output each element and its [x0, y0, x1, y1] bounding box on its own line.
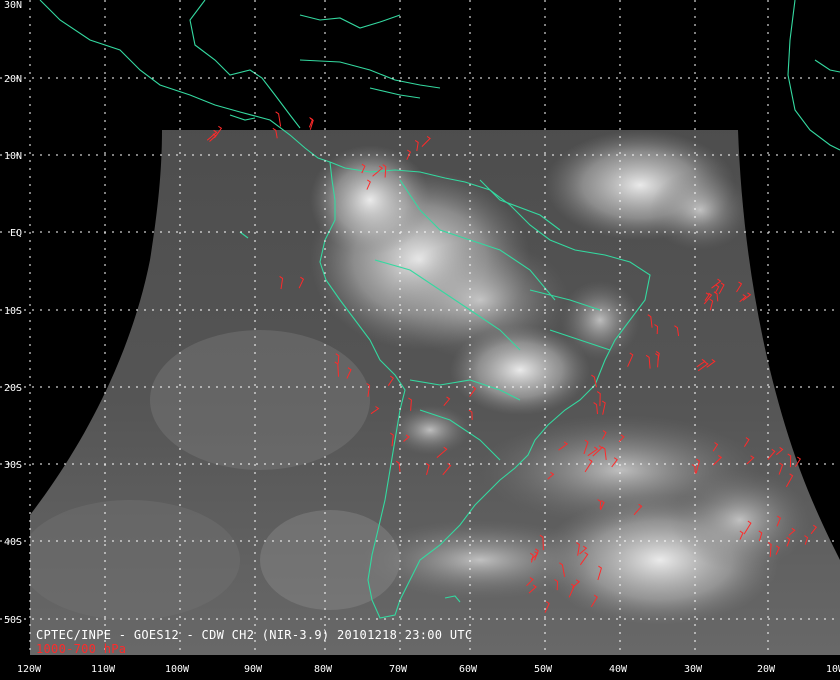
lon-label-100w: 100W [165, 664, 190, 675]
lat-label-50s: 50S [4, 615, 22, 626]
lat-label-20n: 20N [4, 74, 22, 85]
lon-label-30w: 30W [684, 664, 703, 675]
axis-strip [0, 655, 840, 680]
pressure-level-label: 1000-700 hPa [36, 642, 127, 656]
lat-label-30s: 30S [4, 460, 22, 471]
lon-label-90w: 90W [244, 664, 263, 675]
lat-label-30n: 30N [4, 0, 22, 11]
lon-label-40w: 40W [609, 664, 628, 675]
lon-label-80w: 80W [314, 664, 333, 675]
lat-label-20s: 20S [4, 383, 22, 394]
lat-label-eq: EQ [10, 228, 22, 239]
lat-label-10s: 10S [4, 306, 22, 317]
lon-label-70w: 70W [389, 664, 408, 675]
lon-label-20w: 20W [757, 664, 776, 675]
satellite-map: 30N 20N 10N EQ 10S 20S 30S 40S 50S 120W … [0, 0, 840, 680]
lat-label-40s: 40S [4, 537, 22, 548]
image-caption: CPTEC/INPE - GOES12 - CDW CH2 (NIR-3.9) … [36, 628, 473, 642]
lon-label-110w: 110W [91, 664, 116, 675]
lat-label-10n: 10N [4, 151, 22, 162]
lon-label-50w: 50W [534, 664, 553, 675]
lon-label-60w: 60W [459, 664, 478, 675]
lon-label-120w: 120W [17, 664, 42, 675]
lon-label-10w: 10W [826, 664, 840, 675]
